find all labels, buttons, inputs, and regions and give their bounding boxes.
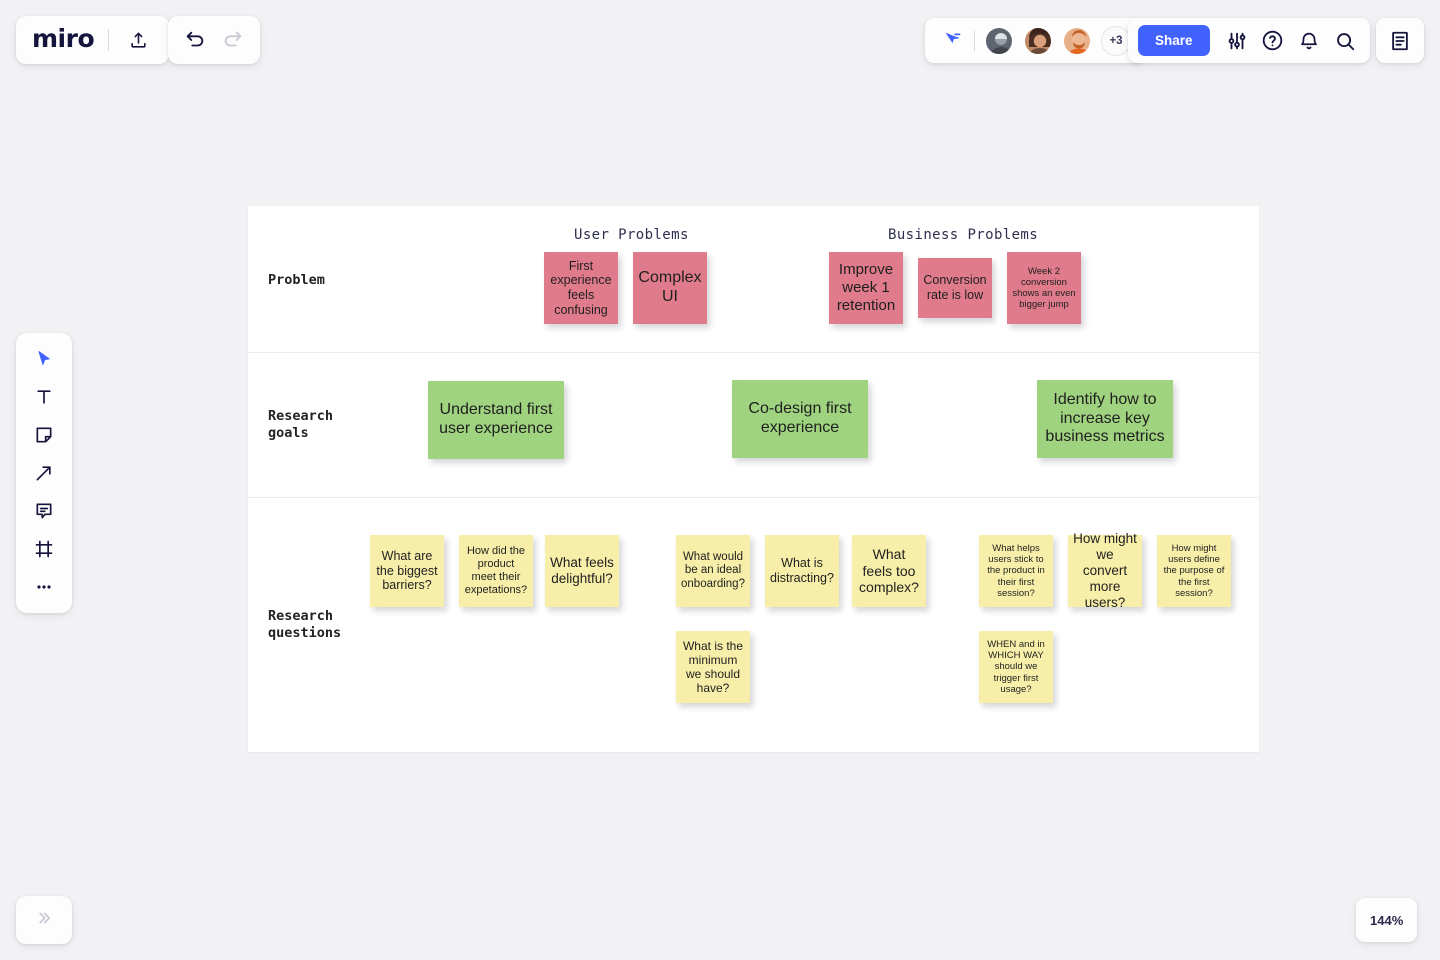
sticky-note[interactable]: First experience feels confusing bbox=[544, 252, 618, 324]
select-tool[interactable] bbox=[27, 345, 61, 373]
arrow-icon[interactable] bbox=[27, 459, 61, 487]
sticky-note[interactable]: What feels delightful? bbox=[545, 535, 619, 607]
board-frame[interactable]: User Problems Business Problems Problem Res… bbox=[248, 206, 1259, 752]
row-divider bbox=[248, 352, 1259, 353]
redo-icon[interactable] bbox=[218, 25, 248, 55]
notes-panel-toolbar bbox=[1376, 18, 1424, 63]
row-label: Research goals bbox=[268, 408, 333, 442]
sticky-note[interactable]: What feels too complex? bbox=[852, 535, 926, 607]
ellipsis-icon[interactable] bbox=[27, 573, 61, 601]
sticky-note[interactable]: What helps users stick to the product in… bbox=[979, 535, 1053, 607]
row-label: Problem bbox=[268, 272, 325, 289]
row-divider bbox=[248, 497, 1259, 498]
avatar[interactable] bbox=[1023, 26, 1053, 56]
sticky-note[interactable]: How might we convert more users? bbox=[1068, 535, 1142, 607]
comment-icon[interactable] bbox=[27, 497, 61, 525]
sticky-note-icon[interactable] bbox=[27, 421, 61, 449]
upload-icon[interactable] bbox=[123, 25, 153, 55]
search-icon[interactable] bbox=[1330, 26, 1360, 56]
text-tool[interactable] bbox=[27, 383, 61, 411]
share-toolbar: Share bbox=[1128, 18, 1370, 63]
history-toolbar bbox=[168, 16, 260, 64]
sticky-note[interactable]: WHEN and in WHICH WAY should we trigger … bbox=[979, 631, 1053, 703]
follow-cursor-icon[interactable] bbox=[939, 28, 965, 54]
sliders-icon[interactable] bbox=[1222, 26, 1252, 56]
sticky-note[interactable]: Identify how to increase key business me… bbox=[1037, 380, 1173, 458]
help-circle-icon[interactable] bbox=[1258, 26, 1288, 56]
sticky-note[interactable]: What are the biggest barriers? bbox=[370, 535, 444, 607]
column-header: User Problems bbox=[574, 227, 689, 243]
sticky-note[interactable]: What would be an ideal onboarding? bbox=[676, 535, 750, 607]
collaborators-toolbar: +3 bbox=[925, 18, 1145, 63]
sticky-note[interactable]: Complex UI bbox=[633, 252, 707, 324]
divider bbox=[974, 31, 975, 51]
column-header: Business Problems bbox=[888, 227, 1038, 243]
avatar[interactable] bbox=[1062, 26, 1092, 56]
sticky-note[interactable]: How did the product meet their expetatio… bbox=[459, 535, 533, 607]
row-label: Research questions bbox=[268, 608, 341, 642]
divider bbox=[108, 29, 109, 51]
sticky-note[interactable]: Conversion rate is low bbox=[918, 258, 992, 318]
logo-toolbar: miro bbox=[16, 16, 169, 64]
chevron-double-right-icon bbox=[35, 909, 53, 932]
sticky-note[interactable]: Week 2 conversion shows an even bigger j… bbox=[1007, 252, 1081, 324]
sticky-note[interactable]: How might users define the purpose of th… bbox=[1157, 535, 1231, 607]
sticky-note[interactable]: What is the minimum we should have? bbox=[676, 631, 750, 703]
collapse-panel-button[interactable] bbox=[16, 896, 72, 944]
undo-icon[interactable] bbox=[180, 25, 210, 55]
sticky-note[interactable]: What is distracting? bbox=[765, 535, 839, 607]
sticky-note[interactable]: Understand first user experience bbox=[428, 381, 564, 459]
share-button[interactable]: Share bbox=[1138, 25, 1210, 56]
zoom-control[interactable]: 144% bbox=[1356, 898, 1417, 942]
sticky-note[interactable]: Co-design first experience bbox=[732, 380, 868, 458]
avatar[interactable] bbox=[984, 26, 1014, 56]
frame-icon[interactable] bbox=[27, 535, 61, 563]
zoom-level-label: 144% bbox=[1370, 913, 1403, 928]
tool-rail bbox=[16, 333, 72, 613]
bell-icon[interactable] bbox=[1294, 26, 1324, 56]
miro-logo[interactable]: miro bbox=[32, 26, 94, 54]
avatar-overflow-count[interactable]: +3 bbox=[1101, 26, 1131, 56]
notes-panel-icon[interactable] bbox=[1385, 26, 1415, 56]
sticky-note[interactable]: Improve week 1 retention bbox=[829, 252, 903, 324]
